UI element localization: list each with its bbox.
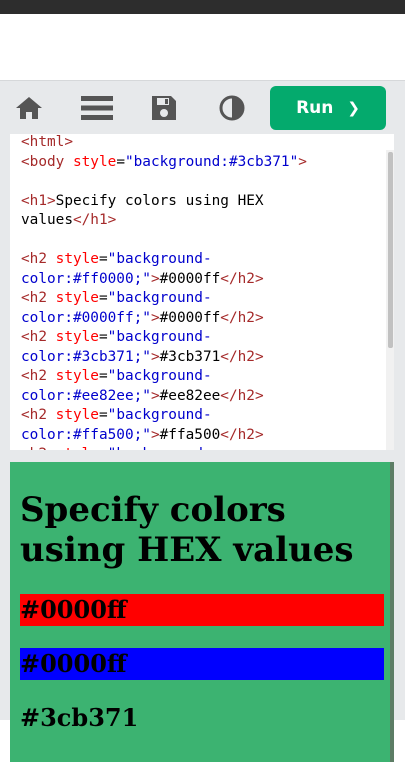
code-token-tag: <html> [21,134,73,150]
code-line: <h2 style="background- [21,445,307,450]
home-icon[interactable] [14,95,44,121]
code-line: <h1>Specify colors using HEX [21,192,307,212]
code-line: values</h1> [21,211,307,231]
code-token-attr: style [55,368,99,384]
code-token-tag: > [150,426,160,443]
run-button-label: Run [296,98,334,118]
code-token-str: "background- [107,251,212,267]
code-token-tag: <h2 [21,407,56,423]
code-token-txt: = [99,446,108,450]
code-line: <h2 style="background- [21,328,307,348]
code-text[interactable]: <html> <body style="background:#3cb371"> … [21,134,307,450]
result-scrollbar[interactable] [390,462,394,762]
code-token-txt: = [98,329,108,345]
code-line: <h2 style="background- [21,367,307,387]
code-token-tag: > [150,348,160,365]
code-token-attr: style [55,251,99,267]
code-line: <h2 style="background- [21,250,307,270]
code-line: color:#3cb371;">#3cb371</h2> [21,348,307,368]
code-token-tag: <h2 [21,446,56,450]
code-token-tag: <h2 [21,329,56,345]
result-h2-item: #3cb371 [20,702,384,734]
code-token-attr: style [55,407,99,423]
code-token-txt: #3cb371 [159,348,221,365]
code-token-tag: </h2> [220,348,264,365]
result-area: Specify colors using HEX values #0000ff … [0,454,405,762]
code-token-tag: </h1> [72,212,117,228]
code-token-tag: </h2> [220,426,264,443]
result-frame[interactable]: Specify colors using HEX values #0000ff … [10,462,394,762]
code-token-str: "background- [107,368,212,384]
code-token-txt: values [21,212,73,228]
code-token-tag: > [150,387,160,404]
code-token-txt: = [116,153,125,170]
code-token-tag: <h2 [21,251,56,267]
code-token-txt: = [98,407,108,423]
code-token-tag: <h2 [21,290,56,306]
status-bar [0,0,405,14]
code-editor[interactable]: <html> <body style="background:#3cb371"> … [10,134,394,450]
code-line: <html> [21,134,307,153]
code-token-txt: #0000ff [159,309,221,326]
code-token-tag: </h2> [220,387,264,404]
code-token-str: color:#0000ff;" [21,309,151,326]
code-line: <h2 style="background- [21,289,307,309]
code-token-tag: <h1> [21,192,56,209]
code-token-str: color:#ee82ee;" [21,387,151,404]
code-token-tag: </h2> [220,309,264,326]
code-scrollbar-thumb[interactable] [388,152,393,348]
save-icon[interactable] [150,95,180,121]
code-token-txt: #ee82ee [159,387,221,404]
contrast-icon[interactable] [218,95,248,121]
result-h2-item: #0000ff [20,594,384,626]
code-token-tag: </h2> [220,270,264,287]
code-line: color:#ff0000;">#0000ff</h2> [21,270,307,290]
code-token-str: color:#3cb371;" [21,348,151,365]
editor-toolbar: Run ❯ [0,80,405,135]
code-token-txt: = [98,251,108,267]
result-heading: Specify colors using HEX values [20,490,354,570]
code-line: color:#0000ff;">#0000ff</h2> [21,309,307,329]
code-token-attr: style [55,290,99,306]
chevron-right-icon: ❯ [347,99,360,117]
code-token-str: "background- [108,446,212,450]
code-token-txt: = [98,290,108,306]
menu-icon[interactable] [81,95,113,121]
code-token-str: "background- [107,407,212,423]
result-h2-item: #0000ff [20,648,384,680]
code-token-attr: style [55,329,99,345]
code-token-tag: <body [21,153,73,170]
code-token-attr: style [56,446,99,450]
code-editor-area: <html> <body style="background:#3cb371"> … [0,134,405,454]
code-token-tag: > [150,309,160,326]
code-token-str: color:#ffa500;" [21,426,151,443]
code-line: color:#ffa500;">#ffa500</h2> [21,426,307,446]
code-line: color:#ee82ee;">#ee82ee</h2> [21,387,307,407]
code-token-str: "background- [107,290,212,306]
code-line: <body style="background:#3cb371"> [21,153,307,173]
code-token-txt: Specify colors using HEX [55,192,264,209]
code-token-str: color:#ff0000;" [21,270,151,287]
code-token-txt: = [98,368,108,384]
code-token-attr: style [72,153,117,170]
code-token-tag: > [150,270,160,287]
run-button[interactable]: Run ❯ [270,86,386,130]
code-token-txt: #0000ff [159,270,221,287]
code-token-str: "background:#3cb371" [124,153,299,170]
code-line: <h2 style="background- [21,406,307,426]
code-token-txt: #ffa500 [159,426,221,443]
code-token-str: "background- [107,329,212,345]
code-token-tag: <h2 [21,368,56,384]
code-token-tag: > [298,153,307,170]
